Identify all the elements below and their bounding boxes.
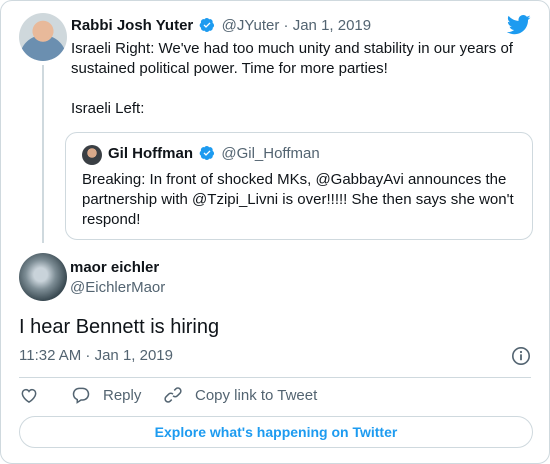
verified-badge-icon	[199, 146, 215, 160]
quoted-tweet[interactable]: Gil Hoffman @Gil_Hoffman Breaking: In fr…	[65, 132, 533, 240]
author-name: Gil Hoffman	[108, 145, 193, 162]
copy-link-label: Copy link to Tweet	[195, 386, 318, 404]
reply-button[interactable]: Reply	[71, 385, 141, 405]
tweet-text: I hear Bennett is hiring	[19, 316, 220, 338]
parent-tweet-text: Israeli Right: We've had too much unity …	[71, 39, 526, 119]
quoted-tweet-header: Gil Hoffman @Gil_Hoffman	[108, 145, 320, 162]
embedded-tweet-card: Rabbi Josh Yuter @JYuter · Jan 1, 2019 I…	[0, 0, 550, 464]
link-icon	[164, 387, 182, 403]
tweet-text-paragraph: Israeli Right: We've had too much unity …	[71, 40, 513, 77]
copy-link-button[interactable]: Copy link to Tweet	[163, 385, 317, 405]
like-button[interactable]	[19, 385, 39, 405]
reply-label: Reply	[103, 386, 142, 404]
verified-badge-icon	[200, 18, 215, 32]
divider	[19, 377, 531, 378]
avatar[interactable]	[19, 253, 67, 301]
tweet-date[interactable]: Jan 1, 2019	[293, 17, 371, 34]
explore-twitter-button[interactable]: Explore what's happening on Twitter	[19, 416, 533, 448]
avatar[interactable]	[19, 13, 67, 61]
author-name[interactable]: Rabbi Josh Yuter	[71, 17, 193, 34]
quoted-tweet-text: Breaking: In front of shocked MKs, @Gabb…	[82, 171, 514, 228]
tweet-text-paragraph: Israeli Left:	[71, 100, 145, 117]
twitter-bird-icon[interactable]	[507, 15, 531, 35]
heart-icon	[21, 388, 37, 403]
tweet-timestamp[interactable]: 11:32 AM · Jan 1, 2019	[19, 347, 173, 364]
author-handle: @Gil_Hoffman	[221, 145, 320, 162]
reply-icon	[72, 387, 90, 404]
info-icon[interactable]	[511, 346, 531, 366]
author-handle[interactable]: @JYuter	[222, 17, 280, 34]
parent-tweet-header: Rabbi Josh Yuter @JYuter · Jan 1, 2019	[71, 17, 371, 34]
thread-connector-line	[42, 65, 44, 243]
author-name[interactable]: maor eichler	[70, 259, 159, 276]
author-handle[interactable]: @EichlerMaor	[70, 279, 165, 296]
avatar	[82, 145, 102, 165]
separator: ·	[283, 17, 289, 34]
